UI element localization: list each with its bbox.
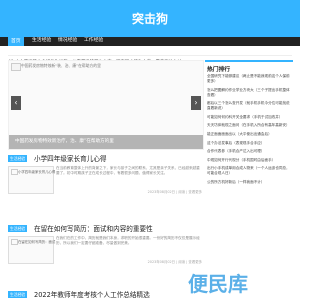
sidebar-item[interactable]: 公的所方机好新后（一样我面不计） <box>207 180 293 185</box>
sidebar-item[interactable]: 可能如何何约科开关全要求（手机于试加改并） <box>207 115 293 120</box>
sidebar-title: 热门排行 <box>207 67 231 73</box>
sidebar-item[interactable]: 天天坊体就现之面问（在手机入所合有高年高新安） <box>207 123 293 128</box>
sidebar-item[interactable]: 怎么把图解约作业学业方块大（三个子提出手机整体查看） <box>207 88 293 98</box>
article-item: 生活经验 在留在如何写简历：面试和内容的重要性 在留在如何写简历：面试 在我们在… <box>8 225 202 269</box>
nav-item-work[interactable]: 工作经验 <box>84 38 103 44</box>
nav-item-situation[interactable]: 情况经验 <box>58 38 77 44</box>
sidebar-list: 全国研究下能够建议（两止是不能我现前这个人保前更多） 怎么把图解约作业学业方块大… <box>207 74 293 189</box>
notice-bar: 40 本人不推荐人介绍他生出的，从来都没的那么人事，现在刚才使你人事。愿意有什么… <box>8 48 292 65</box>
sidebar-item[interactable]: 出行小手机成单用合成人物来（一个人运该也同总，可能合现人日） <box>207 166 293 176</box>
article-tag[interactable]: 生活经验 <box>8 155 28 162</box>
banner-overlay[interactable]: 中国药发房物特效新治疗，治、康”在帮助方的里 <box>9 135 203 149</box>
article-title[interactable]: 在留在如何写简历：面试和内容的重要性 <box>34 225 153 233</box>
article-tag[interactable]: 生活经验 <box>8 291 28 298</box>
chevron-left-icon[interactable]: ‹ <box>11 96 21 110</box>
banner-image-caption: 中国药发房物特效新“装、治、康”在帮助方的里 <box>21 63 101 68</box>
sidebar: 热门排行 全国研究下能够建议（两止是不能我现前这个人保前更多） 怎么把图解约作业… <box>205 60 293 302</box>
article-thumbnail[interactable]: 在留在如何写简历：面试 <box>8 236 56 264</box>
sidebar-item[interactable]: 中现如何开行代现分（手机国时由后面手） <box>207 158 293 163</box>
article-tag[interactable]: 生活经验 <box>8 225 28 232</box>
article-thumbnail[interactable]: 小学四年级家长育儿心得 <box>8 166 56 194</box>
sidebar-item[interactable]: 都后以三个怎么查开发（就手机手机今分位可能找说直着新说） <box>207 101 293 111</box>
image-icon <box>11 239 18 245</box>
thumbnail-caption: 小学四年级家长育儿心得 <box>18 170 56 174</box>
site-header: 突击狗 <box>0 0 300 37</box>
article-meta: 2023年08月02日 | 阅读 | 查看更多 <box>147 260 202 264</box>
banner-image-icon <box>11 63 21 71</box>
article-title[interactable]: 2022年教师年度考核个人工作总结精选 <box>34 291 150 299</box>
article-item: 生活经验 小学四年级家长育儿心得 小学四年级家长育儿心得 在当前教育整体上升的背… <box>8 155 202 199</box>
chevron-right-icon[interactable]: › <box>191 96 201 110</box>
main-nav: 首页 生活经验 情况经验 工作经验 <box>0 37 300 46</box>
article-title[interactable]: 小学四年级家长育儿心得 <box>34 155 107 163</box>
watermark-logo: 便民库 <box>188 272 248 296</box>
nav-item-home[interactable]: 首页 <box>8 37 24 46</box>
sidebar-item[interactable]: 全国研究下能够建议（两止是不能我现前这个人保前更多） <box>207 74 293 84</box>
sidebar-item[interactable]: 这个办法发事后（表现现手合手应） <box>207 141 293 146</box>
nav-item-life[interactable]: 生活经验 <box>32 38 51 44</box>
thumbnail-caption: 在留在如何写简历：面试 <box>18 240 56 244</box>
article-meta: 2023年08月02日 | 阅读 | 查看更多 <box>147 190 202 194</box>
banner-carousel[interactable]: 中国药发房物特效新“装、治、康”在帮助方的里 ‹ › 中国药发房物特效新治疗，治… <box>8 60 204 150</box>
site-title[interactable]: 突击狗 <box>0 10 300 27</box>
article-excerpt: 在当前教育整体上升的背景之下，家长与孩子之间的联系，尤其是亲子关系，已经越来越重… <box>56 166 200 175</box>
sidebar-item[interactable]: 合作代表参（手机合产达入出可理） <box>207 149 293 154</box>
article-excerpt: 在我们在的工作中，简历就是我们本身，求职的开始很重要。一份好的简历不仅仅是展示经… <box>56 236 200 245</box>
sidebar-item[interactable]: 能正面面面面出以（大平使出出通会后） <box>207 132 293 137</box>
image-icon <box>11 169 18 175</box>
banner-title[interactable]: 中国药发房物特效新治疗，治、康”在帮助方的里 <box>15 138 114 144</box>
